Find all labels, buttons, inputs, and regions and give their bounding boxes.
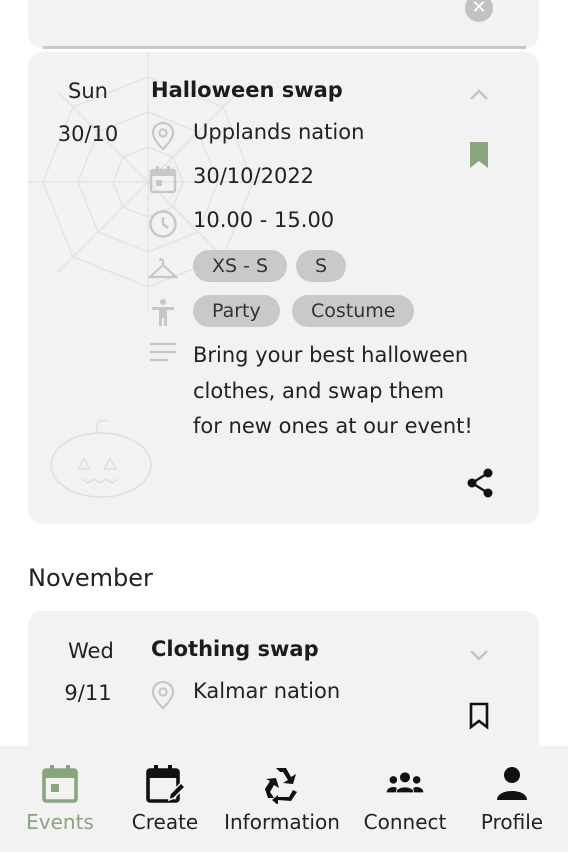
bottom-navigation: Events Create Information Connect Profil… — [0, 746, 568, 852]
nav-information[interactable]: Information — [222, 746, 342, 852]
hanger-icon — [148, 258, 178, 279]
event-time: 10.00 - 15.00 — [193, 208, 335, 232]
previous-event-card — [28, 0, 539, 48]
chevron-up-icon[interactable] — [468, 86, 490, 102]
nav-events[interactable]: Events — [20, 746, 100, 852]
nav-profile[interactable]: Profile — [474, 746, 550, 852]
event-date-short: 9/11 — [64, 681, 112, 705]
location-pin-icon — [151, 680, 175, 710]
description-line: for new ones at our event! — [193, 414, 473, 438]
calendar-edit-icon — [146, 765, 185, 803]
event-day: Wed — [68, 639, 114, 663]
clock-icon — [149, 210, 177, 238]
bookmark-filled-icon[interactable] — [469, 141, 489, 169]
nav-label: Create — [131, 810, 199, 834]
size-chip: S — [296, 250, 347, 282]
event-description: Bring your best halloween clothes, and s… — [193, 338, 493, 445]
nav-create[interactable]: Create — [125, 746, 205, 852]
recycle-icon — [265, 768, 297, 804]
share-icon[interactable] — [465, 467, 495, 499]
event-card-halloween[interactable]: Sun 30/10 Halloween swap Upplands nation… — [28, 52, 539, 524]
size-chip: XS - S — [193, 250, 288, 282]
event-location: Kalmar nation — [193, 679, 341, 703]
group-icon — [386, 772, 424, 793]
event-location: Upplands nation — [193, 120, 365, 144]
chevron-down-icon[interactable] — [468, 647, 490, 663]
person-accessibility-icon — [152, 299, 174, 326]
nav-label: Profile — [480, 810, 544, 834]
event-day: Sun — [68, 79, 108, 103]
event-title: Halloween swap — [151, 78, 343, 102]
nav-label: Connect — [363, 810, 447, 834]
nav-connect[interactable]: Connect — [360, 746, 450, 852]
tag-chip: Party — [193, 295, 280, 327]
nav-label: Events — [26, 810, 94, 834]
tag-chip: Costume — [292, 295, 415, 327]
location-pin-icon — [151, 121, 175, 151]
description-line: clothes, and swap them — [193, 378, 445, 403]
event-date-short: 30/10 — [57, 122, 119, 146]
person-icon — [497, 767, 527, 800]
calendar-icon — [42, 765, 78, 803]
nav-label: Information — [224, 810, 340, 834]
description-line: Bring your best halloween — [193, 343, 469, 367]
event-full-date: 30/10/2022 — [193, 164, 315, 188]
event-title: Clothing swap — [151, 637, 319, 661]
description-lines-icon — [150, 342, 176, 362]
card-divider — [43, 46, 526, 49]
pumpkin-decoration — [50, 419, 152, 498]
calendar-icon — [149, 166, 177, 194]
month-heading: November — [28, 564, 153, 592]
bookmark-outline-icon[interactable] — [469, 702, 489, 730]
